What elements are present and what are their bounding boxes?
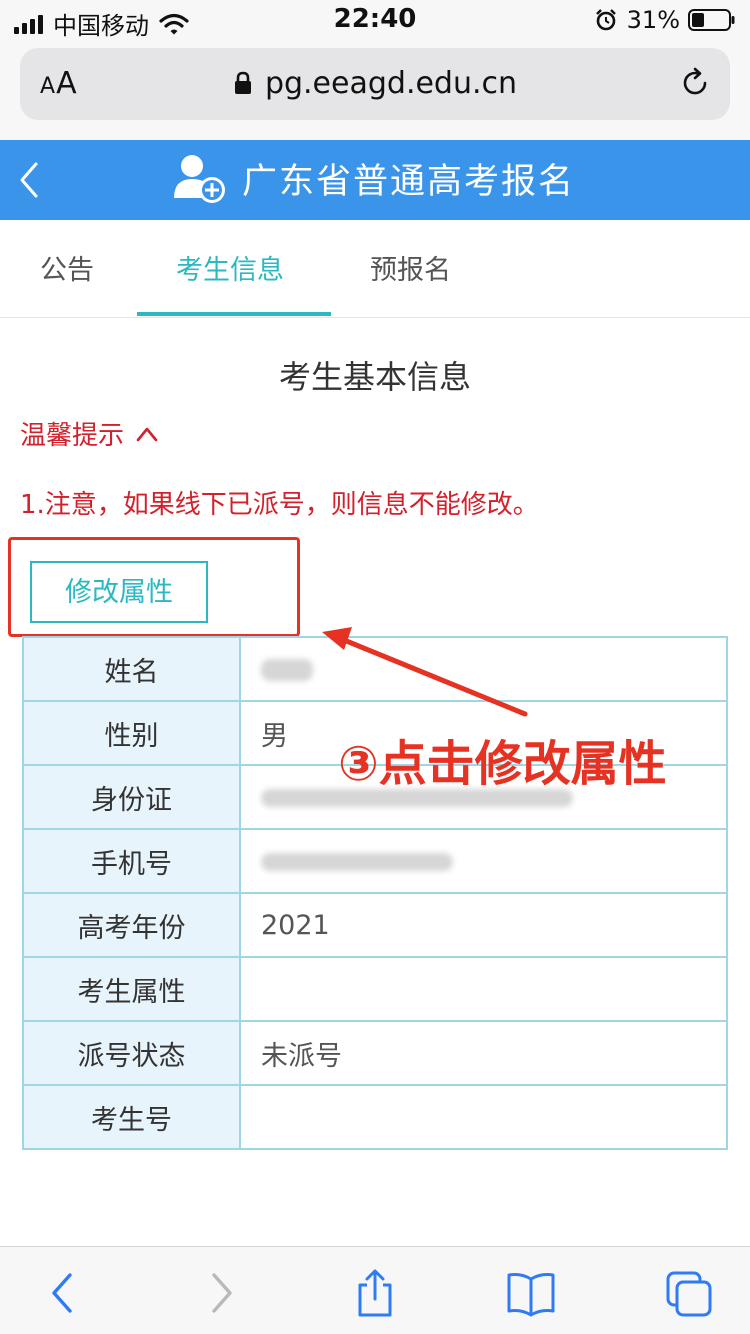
browser-toolbar <box>0 1246 750 1334</box>
chevron-up-icon <box>136 427 158 442</box>
row-label: 姓名 <box>22 636 241 702</box>
row-label: 高考年份 <box>22 892 241 958</box>
table-row: 姓名 <box>22 636 728 702</box>
table-row: 派号状态 未派号 <box>22 1020 728 1086</box>
row-label: 派号状态 <box>22 1020 241 1086</box>
alarm-icon <box>595 9 616 31</box>
table-row: 考生号 <box>22 1084 728 1150</box>
tab-pre-registration[interactable]: 预报名 <box>370 248 451 287</box>
active-tab-indicator <box>137 312 331 316</box>
share-icon[interactable] <box>350 1269 400 1317</box>
row-label: 身份证 <box>22 764 241 830</box>
notice-text: 1.注意，如果线下已派号，则信息不能修改。 <box>20 490 539 520</box>
battery-percentage: 31% <box>626 6 680 34</box>
forward-icon[interactable] <box>196 1269 246 1317</box>
status-right: 31% <box>595 6 736 34</box>
lock-icon <box>234 71 251 94</box>
annotation-label: ③点击修改属性 <box>338 736 667 792</box>
row-value: 2021 <box>239 892 728 958</box>
row-value-masked <box>239 828 728 894</box>
url-text: pg.eeagd.edu.cn <box>264 66 518 101</box>
table-row: 手机号 <box>22 828 728 894</box>
user-add-icon <box>174 155 225 203</box>
section-title: 考生基本信息 <box>278 358 471 396</box>
row-label: 考生号 <box>22 1084 241 1150</box>
back-icon[interactable] <box>40 1269 90 1317</box>
url-field[interactable]: AA pg.eeagd.edu.cn <box>20 48 730 120</box>
table-row: 高考年份 2021 <box>22 892 728 958</box>
url-display[interactable]: pg.eeagd.edu.cn <box>20 66 730 101</box>
header-title-group: 广东省普通高考报名 <box>172 150 575 206</box>
tips-toggle[interactable]: 温馨提示 <box>20 415 158 452</box>
reload-icon[interactable] <box>678 66 712 100</box>
status-bar: 中国移动 22:40 31% <box>0 0 750 40</box>
row-label: 性别 <box>22 700 241 766</box>
app-header: 广东省普通高考报名 <box>0 140 750 220</box>
table-row: 考生属性 <box>22 956 728 1022</box>
battery-icon <box>688 9 735 31</box>
tab-candidate-info[interactable]: 考生信息 <box>176 248 284 287</box>
tips-label: 温馨提示 <box>20 421 125 451</box>
edit-attribute-button[interactable]: 修改属性 <box>30 561 208 623</box>
browser-address-bar: AA pg.eeagd.edu.cn <box>0 40 750 140</box>
tab-announcement[interactable]: 公告 <box>40 248 94 287</box>
row-value <box>239 956 728 1022</box>
row-value <box>239 1084 728 1150</box>
page-title: 广东省普通高考报名 <box>242 161 576 202</box>
row-label: 手机号 <box>22 828 241 894</box>
row-value-masked <box>239 636 728 702</box>
tab-bar: 公告 考生信息 预报名 <box>0 220 750 318</box>
row-label: 考生属性 <box>22 956 241 1022</box>
candidate-info-table: 姓名 性别 男 身份证 手机号 高考年份 2021 考生属性 派号状态 未派号 … <box>22 636 728 1150</box>
bookmarks-icon[interactable] <box>506 1269 556 1317</box>
row-value: 未派号 <box>239 1020 728 1086</box>
tabs-icon[interactable] <box>664 1269 714 1317</box>
back-chevron-icon[interactable] <box>14 158 44 202</box>
